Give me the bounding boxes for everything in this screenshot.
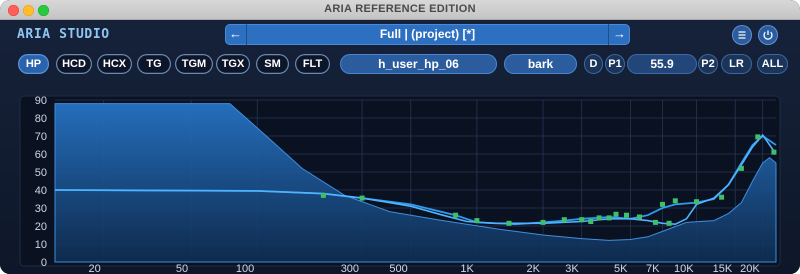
hamburger-menu-icon[interactable]: [732, 25, 752, 45]
eq-node-handle[interactable]: [738, 165, 744, 171]
arrow-left-icon[interactable]: ←: [225, 24, 247, 45]
y-tick-label: 10: [35, 239, 47, 251]
window-title: ARIA REFERENCE EDITION: [324, 3, 476, 15]
y-tick-label: 70: [35, 131, 47, 143]
filter-button-hcx[interactable]: HCX: [97, 54, 132, 74]
x-tick-label: 500: [389, 263, 407, 274]
x-tick-label: 20K: [740, 263, 760, 274]
filter-button-tg[interactable]: TG: [137, 54, 171, 74]
title-bar: ARIA REFERENCE EDITION: [0, 0, 800, 20]
filter-button-tgx[interactable]: TGX: [216, 54, 250, 74]
eq-node-handle[interactable]: [540, 219, 546, 225]
app-window: ARIA REFERENCE EDITION ARIA STUDIO ← Ful…: [0, 0, 800, 274]
eq-node-handle[interactable]: [719, 194, 725, 200]
eq-node-handle[interactable]: [660, 201, 665, 207]
y-tick-label: 0: [41, 257, 47, 269]
eq-node-handle[interactable]: [579, 217, 585, 223]
x-tick-label: 3K: [565, 263, 579, 274]
eq-node-handle[interactable]: [561, 217, 567, 223]
y-tick-label: 60: [35, 149, 47, 161]
eq-node-handle[interactable]: [771, 149, 777, 155]
eq-node-handle[interactable]: [666, 220, 672, 226]
x-tick-label: 1K: [460, 263, 474, 274]
eq-node-handle[interactable]: [624, 212, 629, 218]
y-tick-label: 50: [35, 167, 47, 179]
eq-node-handle[interactable]: [359, 195, 365, 201]
eq-node-handle[interactable]: [606, 215, 612, 221]
x-tick-label: 5K: [614, 263, 628, 274]
y-tick-label: 90: [35, 95, 47, 107]
scale-selector[interactable]: bark: [504, 54, 577, 74]
p2-button[interactable]: P2: [698, 54, 718, 74]
y-tick-label: 80: [35, 113, 47, 125]
filter-button-hp[interactable]: HP: [18, 54, 49, 74]
eq-node-handle[interactable]: [613, 211, 619, 217]
eq-node-handle[interactable]: [453, 212, 459, 218]
x-tick-label: 7K: [646, 263, 660, 274]
eq-node-handle[interactable]: [694, 199, 699, 205]
x-tick-label: 50: [176, 263, 188, 274]
x-tick-label: 100: [236, 263, 254, 274]
filter-button-tgm[interactable]: TGM: [175, 54, 213, 74]
x-tick-label: 20: [88, 263, 100, 274]
plugin-panel: ARIA STUDIO ← Full | (project) [*] → HP …: [0, 20, 800, 274]
filter-button-hcd[interactable]: HCD: [56, 54, 92, 74]
eq-node-handle[interactable]: [588, 219, 594, 224]
eq-node-handle[interactable]: [637, 214, 642, 220]
lr-button[interactable]: LR: [721, 54, 752, 74]
frequency-response-graph[interactable]: 0 10 20 30 40 50 60 70 80 90 20 50 100 300 500 1K 2K 3K 5…: [0, 90, 800, 274]
x-tick-label: 300: [341, 263, 359, 274]
d-button[interactable]: D: [584, 54, 603, 74]
eq-node-handle[interactable]: [755, 134, 761, 140]
arrow-right-icon[interactable]: →: [608, 24, 630, 45]
eq-node-handle[interactable]: [672, 198, 678, 204]
eq-node-handle[interactable]: [506, 220, 512, 226]
p1-button[interactable]: P1: [605, 54, 625, 74]
x-tick-label: 10K: [674, 263, 694, 274]
eq-node-handle[interactable]: [320, 192, 326, 198]
filter-button-sm[interactable]: SM: [256, 54, 289, 74]
parameter-value-field[interactable]: 55.9: [627, 54, 697, 74]
preset-name[interactable]: Full | (project) [*]: [247, 27, 608, 41]
filter-button-flt[interactable]: FLT: [295, 54, 330, 74]
y-tick-label: 40: [35, 185, 47, 197]
brand-logo: ARIA STUDIO: [17, 27, 110, 42]
eq-node-handle[interactable]: [653, 219, 658, 225]
y-tick-label: 20: [35, 221, 47, 233]
x-tick-label: 2K: [527, 263, 541, 274]
eq-node-handle[interactable]: [474, 218, 480, 224]
eq-node-handle[interactable]: [596, 215, 602, 221]
filter-file-name[interactable]: h_user_hp_06: [340, 54, 497, 74]
x-tick-label: 15K: [713, 263, 733, 274]
preset-selector[interactable]: ← Full | (project) [*] →: [225, 24, 630, 45]
power-icon[interactable]: [758, 25, 778, 45]
y-tick-label: 30: [35, 203, 47, 215]
all-button[interactable]: ALL: [757, 54, 788, 74]
